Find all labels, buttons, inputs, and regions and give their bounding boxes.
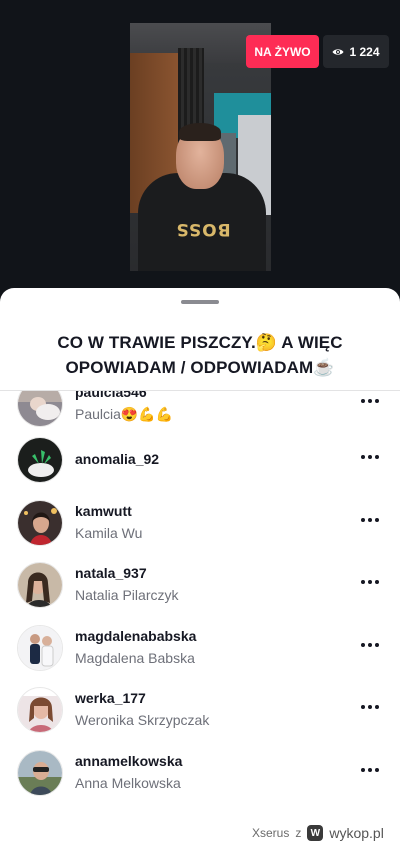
nickname: Magdalena Babska [75, 650, 195, 666]
more-options-icon[interactable] [358, 635, 382, 655]
nickname: Kamila Wu [75, 525, 143, 541]
avatar[interactable] [17, 625, 63, 671]
sheet-drag-handle[interactable] [181, 300, 219, 304]
avatar[interactable] [17, 750, 63, 796]
more-options-icon[interactable] [358, 391, 382, 411]
watermark-author: Xserus [252, 826, 290, 840]
more-options-icon[interactable] [358, 572, 382, 592]
username: annamelkowska [75, 753, 183, 769]
list-item[interactable]: paulcia546 Paulcia😍💪💪 [0, 391, 400, 441]
username: magdalenababska [75, 628, 197, 644]
more-options-icon[interactable] [358, 447, 382, 467]
list-item[interactable]: kamwutt Kamila Wu [0, 500, 400, 560]
viewer-count: 1 224 [349, 44, 380, 59]
avatar[interactable] [17, 437, 63, 483]
username: paulcia546 [75, 391, 147, 400]
username: werka_177 [75, 690, 146, 706]
live-video-area[interactable]: BOSS NA ŻYWO 1 224 [0, 0, 400, 300]
avatar[interactable] [17, 562, 63, 608]
username: natala_937 [75, 565, 147, 581]
live-title: CO W TRAWIE PISZCZY.🤔 A WIĘC OPOWIADAM /… [57, 333, 343, 377]
username: kamwutt [75, 503, 132, 519]
nickname: Paulcia😍💪💪 [75, 406, 174, 422]
avatar[interactable] [17, 391, 63, 427]
live-badge: NA ŻYWO [246, 35, 319, 68]
username: anomalia_92 [75, 451, 160, 467]
nickname: Anna Melkowska [75, 775, 181, 791]
list-item[interactable]: natala_937 Natalia Pilarczyk [0, 562, 400, 622]
list-item[interactable]: magdalenababska Magdalena Babska [0, 625, 400, 685]
viewers-sheet: CO W TRAWIE PISZCZY.🤔 A WIĘC OPOWIADAM /… [0, 288, 400, 843]
list-item[interactable]: annamelkowska Anna Melkowska [0, 750, 400, 810]
viewer-count-badge[interactable]: 1 224 [323, 35, 389, 68]
avatar[interactable] [17, 687, 63, 733]
shirt-print: BOSS [175, 219, 231, 239]
nickname: Natalia Pilarczyk [75, 587, 179, 603]
watermark-connector: z [295, 826, 302, 840]
watermark: Xserus z W wykop.pl [252, 824, 400, 842]
watermark-site: wykop.pl [329, 825, 384, 841]
avatar[interactable] [17, 500, 63, 546]
viewer-list[interactable]: paulcia546 Paulcia😍💪💪 anomalia_92 kamwut… [0, 391, 400, 843]
eye-icon [332, 48, 344, 55]
wykop-logo-icon: W [307, 825, 324, 841]
more-options-icon[interactable] [358, 760, 382, 780]
streamer-hair [179, 123, 221, 141]
more-options-icon[interactable] [358, 510, 382, 530]
list-item[interactable]: anomalia_92 [0, 437, 400, 497]
list-item[interactable]: werka_177 Weronika Skrzypczak [0, 687, 400, 747]
more-options-icon[interactable] [358, 697, 382, 717]
nickname: Weronika Skrzypczak [75, 712, 210, 728]
